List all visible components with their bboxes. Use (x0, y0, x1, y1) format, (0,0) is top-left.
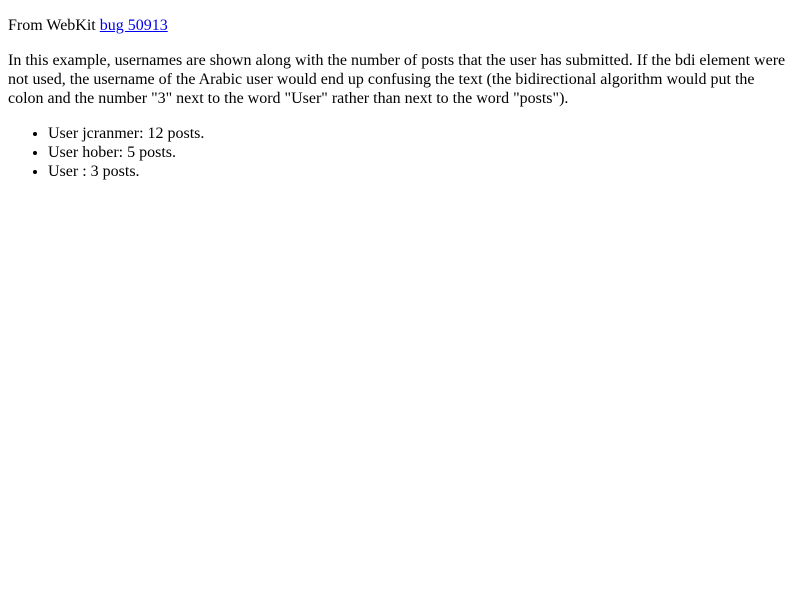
bug-link[interactable]: bug 50913 (100, 17, 168, 34)
list-item-user-arabic: User : 3 posts. (48, 162, 792, 181)
user-post-list: User jcranmer: 12 posts. User hober: 5 p… (8, 124, 792, 181)
source-line: From WebKit bug 50913 (8, 16, 792, 35)
list-item-user-jcranmer: User jcranmer: 12 posts. (48, 124, 792, 143)
list-item-user-hober: User hober: 5 posts. (48, 143, 792, 162)
page-content: From WebKit bug 50913 In this example, u… (0, 0, 800, 181)
intro-paragraph: In this example, usernames are shown alo… (8, 52, 786, 107)
source-prefix: From WebKit (8, 17, 100, 34)
